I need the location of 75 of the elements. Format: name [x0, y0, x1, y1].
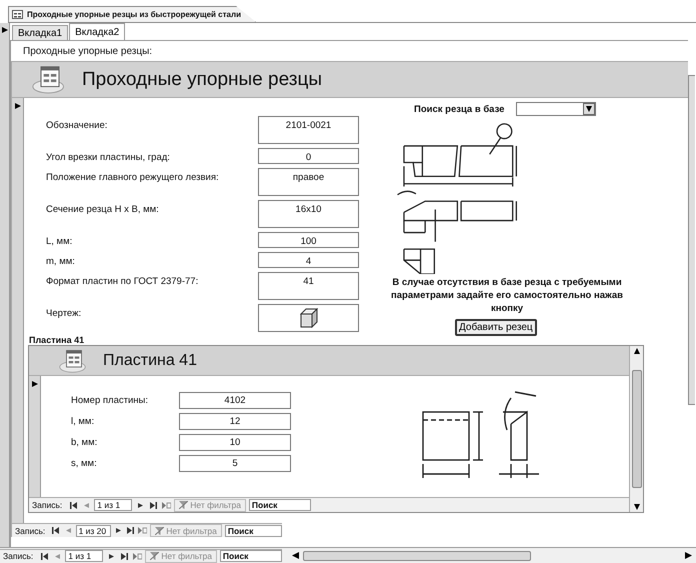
add-cutter-button[interactable]: Добавить резец	[455, 319, 537, 336]
new-record-button[interactable]	[161, 499, 172, 511]
next-icon	[138, 502, 143, 508]
field-label: Номер пластины:	[71, 395, 148, 406]
text-field[interactable]: 5	[179, 455, 291, 472]
dropdown-button[interactable]	[583, 103, 596, 115]
search-field[interactable]: Поиск	[248, 499, 311, 511]
last-record-button[interactable]	[148, 499, 158, 511]
text-field[interactable]: правое	[258, 168, 359, 196]
field-label: Сечение резца H x B, мм:	[46, 203, 159, 215]
record-label: Запись:	[15, 526, 46, 536]
text-field[interactable]: 41	[258, 272, 359, 300]
previous-icon	[66, 528, 70, 533]
subform-title: Пластина 41	[103, 352, 197, 370]
field-label: Обозначение:	[46, 119, 108, 131]
field-label: Положение главного режущего лезвия:	[46, 171, 219, 183]
text-field[interactable]: 0	[258, 148, 359, 164]
first-record-button[interactable]	[68, 499, 78, 511]
next-icon	[116, 528, 121, 533]
field-label: s, мм:	[71, 458, 97, 469]
field-label: l, мм:	[71, 416, 94, 427]
record-position-field[interactable]: 1 из 1	[94, 499, 132, 511]
scroll-right-icon	[685, 552, 692, 559]
field-label: Угол врезки пластины, град:	[46, 151, 170, 163]
record-position-field[interactable]: 1 из 20	[76, 524, 111, 536]
previous-icon	[84, 502, 89, 508]
text-field[interactable]: 4	[258, 252, 359, 268]
new-record-button[interactable]	[132, 550, 142, 562]
record-pointer-icon	[32, 381, 38, 387]
cube-icon	[298, 308, 318, 328]
last-record-button[interactable]	[119, 550, 130, 562]
next-icon	[108, 554, 114, 558]
text-field[interactable]: 10	[179, 434, 291, 451]
text-field[interactable]: 100	[258, 232, 359, 248]
form-icon	[12, 10, 23, 19]
tab[interactable]: Вкладка1	[12, 25, 68, 40]
record-pointer-icon	[2, 27, 8, 33]
text-field[interactable]: 2101-0021	[258, 116, 359, 144]
field-label: L, мм:	[46, 235, 72, 247]
vertical-scrollbar[interactable]	[688, 75, 695, 405]
field-label: b, мм:	[71, 437, 98, 448]
text-field[interactable]: 16x10	[258, 200, 359, 228]
text-field[interactable]: 4102	[179, 392, 291, 409]
text-field[interactable]: 12	[179, 413, 291, 430]
chevron-down-icon	[586, 106, 592, 112]
last-record-button[interactable]	[126, 524, 136, 536]
field-label: Формат пластин по ГОСТ 2379-77:	[46, 275, 198, 287]
new-record-button[interactable]	[138, 524, 148, 536]
form-title: Проходные упорные резцы	[82, 68, 322, 90]
search-combo-box[interactable]	[516, 102, 596, 116]
scroll-down-icon	[634, 504, 640, 510]
scroll-up-icon	[634, 348, 640, 354]
record-label: Запись:	[3, 551, 34, 561]
tab[interactable]: Вкладка2	[69, 23, 126, 40]
search-label: Поиск резца в базе	[414, 104, 504, 114]
vertical-scrollbar[interactable]	[629, 346, 643, 512]
document-tab[interactable]: Проходные упорные резцы из быстрорежущей стали	[8, 6, 256, 22]
field-label: m, мм:	[46, 255, 75, 267]
subform-label: Пластина 41	[29, 336, 86, 345]
funnel-icon	[155, 526, 164, 534]
record-pointer-icon	[14, 103, 20, 109]
record-label: Запись:	[32, 500, 62, 510]
funnel-icon	[150, 552, 160, 560]
previous-icon	[54, 554, 60, 558]
scroll-left-icon	[292, 552, 299, 559]
first-record-button[interactable]	[39, 550, 50, 562]
funnel-icon	[179, 501, 188, 509]
search-field[interactable]: Поиск	[224, 524, 282, 536]
record-position-field[interactable]: 1 из 1	[65, 550, 104, 562]
section-label: Проходные упорные резцы:	[23, 46, 152, 56]
field-label: Чертеж:	[46, 307, 82, 319]
image-field[interactable]	[258, 304, 359, 332]
first-record-button[interactable]	[51, 524, 60, 536]
search-field[interactable]: Поиск	[220, 550, 282, 562]
instruction-text: В случае отсутствия в базе резца с требуемыми параметрами задайте его самостоятельно нажав кнопку	[390, 276, 624, 315]
